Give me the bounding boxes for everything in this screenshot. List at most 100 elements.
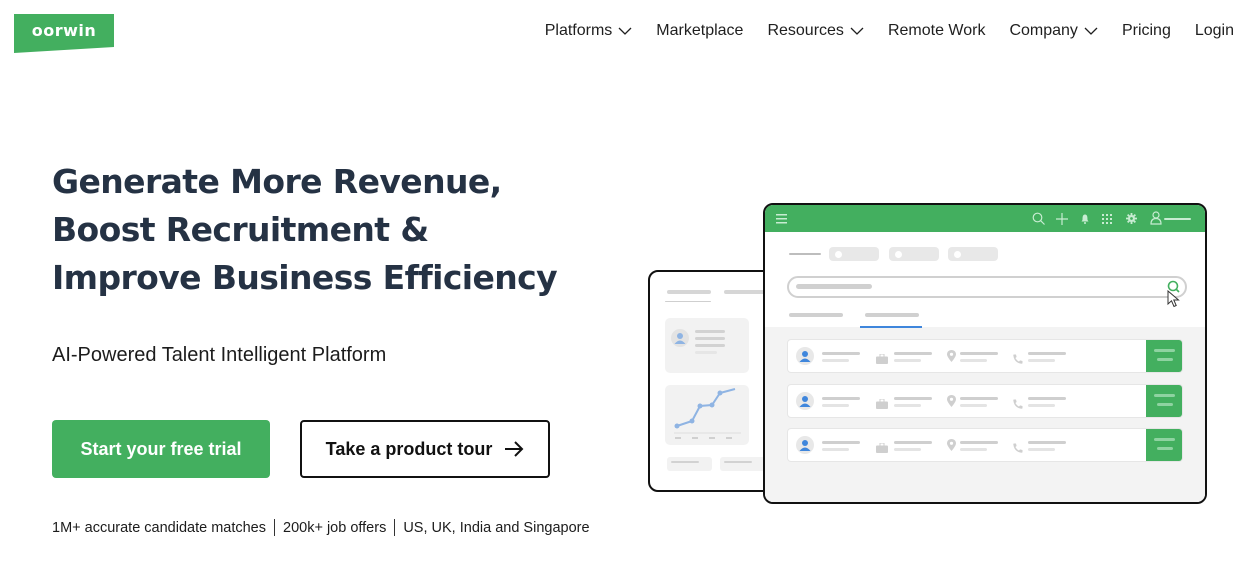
nav-item-company[interactable]: Company — [1009, 22, 1098, 40]
nav-label: Pricing — [1121, 22, 1171, 39]
nav-item-remote-work[interactable]: Remote Work — [888, 22, 986, 40]
result-row — [787, 384, 1183, 418]
start-free-trial-button[interactable]: Start your free trial — [52, 420, 270, 478]
placeholder-line — [1157, 447, 1173, 450]
nav-label: Company — [1009, 22, 1078, 39]
nav-item-resources[interactable]: Resources — [767, 22, 864, 40]
user-avatar-icon — [796, 392, 814, 415]
briefcase-icon — [876, 396, 888, 414]
placeholder-line — [960, 397, 998, 400]
nav-item-login[interactable]: Login — [1195, 22, 1234, 40]
placeholder-line — [894, 352, 932, 355]
hero-subtitle: AI-Powered Talent Intelligent Platform — [52, 344, 387, 366]
user-avatar-icon — [796, 347, 814, 370]
nav-item-platforms[interactable]: Platforms — [545, 22, 633, 40]
phone-icon — [1013, 351, 1023, 369]
trend-line-chart-icon — [674, 388, 741, 439]
placeholder-line — [822, 441, 860, 444]
placeholder-line — [1157, 358, 1173, 361]
button-label: Take a product tour — [325, 438, 493, 459]
placeholder-line — [695, 351, 717, 354]
tab-placeholder — [789, 313, 843, 317]
placeholder-line — [1028, 404, 1055, 407]
hero-stats: 1M+ accurate candidate matches 200k+ job… — [52, 519, 590, 536]
row-action-button — [1146, 340, 1182, 372]
main-nav: Platforms Marketplace Resources Remote W… — [521, 22, 1234, 40]
nav-label: Remote Work — [887, 22, 986, 39]
bell-icon — [1081, 214, 1089, 224]
search-text-placeholder — [796, 284, 872, 289]
placeholder-line — [1028, 359, 1055, 362]
chevron-down-icon — [850, 27, 864, 35]
headline-line-2: Boost Recruitment & — [52, 210, 429, 249]
headline-line-1: Generate More Revenue, — [52, 162, 502, 201]
placeholder-line — [894, 359, 921, 362]
placeholder-line — [894, 397, 932, 400]
placeholder-line — [1028, 352, 1066, 355]
chevron-down-icon — [1084, 27, 1098, 35]
placeholder-chip — [667, 457, 712, 471]
phone-icon — [1013, 440, 1023, 458]
stat-divider — [394, 519, 396, 536]
brand-name: oorwin — [31, 21, 97, 40]
placeholder-line — [1028, 397, 1066, 400]
placeholder-line — [695, 330, 725, 333]
location-pin-icon — [947, 349, 956, 367]
product-tour-button[interactable]: Take a product tour — [300, 420, 550, 478]
placeholder-line — [822, 404, 849, 407]
placeholder-line — [894, 448, 921, 451]
stat-divider — [274, 519, 275, 536]
stat-regions: US, UK, India and Singapore — [403, 519, 590, 536]
chevron-down-icon — [618, 27, 632, 35]
nav-label: Marketplace — [656, 22, 744, 39]
user-avatar-icon — [671, 329, 689, 347]
placeholder-line — [822, 352, 860, 355]
placeholder-line — [1157, 403, 1173, 406]
placeholder-line — [822, 397, 860, 400]
placeholder-line — [667, 290, 711, 294]
placeholder-line — [960, 448, 987, 451]
search-icon — [1032, 212, 1045, 225]
filter-label-placeholder — [789, 253, 821, 255]
arrow-right-icon — [505, 441, 524, 457]
placeholder-line — [695, 344, 725, 347]
placeholder-line — [1154, 349, 1175, 352]
placeholder-line — [1028, 448, 1055, 451]
placeholder-line — [1154, 394, 1175, 397]
mouse-cursor-icon — [1167, 290, 1180, 308]
placeholder-line — [665, 301, 711, 302]
location-pin-icon — [947, 438, 956, 456]
search-bar-placeholder — [787, 276, 1187, 298]
placeholder-line — [724, 461, 752, 463]
nav-item-pricing[interactable]: Pricing — [1122, 22, 1171, 40]
profile-card-placeholder — [665, 318, 749, 373]
chart-card-placeholder — [665, 385, 749, 445]
plus-icon — [1056, 213, 1068, 225]
nav-label: Platforms — [544, 22, 613, 39]
menu-icon — [776, 214, 787, 224]
hero-headline: Generate More Revenue, Boost Recruitment… — [52, 158, 558, 302]
placeholder-line — [960, 441, 998, 444]
active-tab-underline — [860, 326, 922, 328]
brand-logo[interactable]: oorwin — [14, 14, 114, 53]
nav-item-marketplace[interactable]: Marketplace — [656, 22, 743, 40]
placeholder-line — [695, 337, 725, 340]
username-placeholder — [1164, 218, 1191, 220]
result-row — [787, 428, 1183, 462]
illustration-search-app — [763, 203, 1207, 504]
gear-icon — [1126, 213, 1137, 224]
placeholder-line — [822, 448, 849, 451]
illustration-dashboard-card — [648, 270, 778, 492]
placeholder-line — [960, 359, 987, 362]
briefcase-icon — [876, 440, 888, 458]
filter-chip — [948, 247, 998, 261]
nav-label: Login — [1194, 22, 1234, 39]
placeholder-line — [894, 404, 921, 407]
location-pin-icon — [947, 394, 956, 412]
placeholder-line — [1154, 438, 1175, 441]
user-avatar-icon — [796, 436, 814, 459]
headline-line-3: Improve Business Efficiency — [52, 258, 558, 297]
filter-chip — [829, 247, 879, 261]
result-row — [787, 339, 1183, 373]
placeholder-line — [960, 352, 998, 355]
